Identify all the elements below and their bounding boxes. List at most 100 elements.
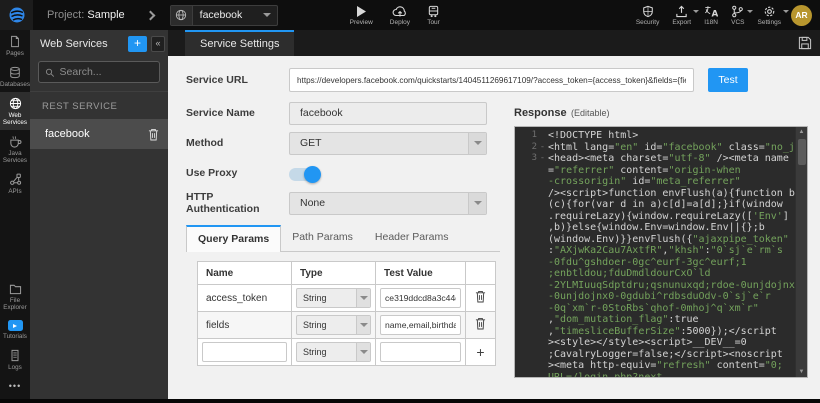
tour-button[interactable]: Tour — [427, 5, 440, 26]
method-select[interactable]: GET — [289, 132, 487, 155]
response-subtitle: (Editable) — [571, 108, 610, 118]
sidebar-item-pages[interactable]: Pages — [0, 30, 30, 61]
sidebar-item-tutorials[interactable]: Tutorials — [0, 315, 30, 344]
query-params-table: Name Type Test Value access_token String — [197, 261, 496, 366]
sidebar-item-databases[interactable]: Databases — [0, 61, 30, 92]
tab-service-settings[interactable]: Service Settings — [185, 30, 294, 56]
i18n-button[interactable]: A I18N — [704, 5, 718, 26]
globe-icon — [9, 97, 22, 110]
folder-icon — [9, 283, 22, 295]
sidebar-more-button[interactable]: ••• — [0, 375, 30, 399]
params-tabs: Query Params Path Params Header Params — [186, 225, 500, 252]
service-name-row: Service Name — [186, 101, 500, 125]
brand-logo-icon — [8, 6, 26, 24]
chevron-down-icon — [693, 10, 699, 13]
test-button[interactable]: Test — [708, 68, 748, 92]
chevron-down-icon — [474, 141, 482, 145]
service-url-input[interactable] — [289, 68, 694, 92]
trash-icon — [148, 128, 159, 141]
param-row-access-token: access_token String — [198, 285, 496, 312]
method-row: Method GET — [186, 131, 500, 155]
delete-service-button[interactable] — [148, 128, 159, 141]
new-param-name-input[interactable] — [202, 342, 287, 362]
panel-title: Web Services — [40, 38, 128, 50]
use-proxy-toggle[interactable] — [289, 168, 319, 181]
service-form: Service Name Method GET Use Proxy — [186, 101, 500, 378]
trash-icon — [475, 317, 486, 330]
sidebar-item-java-services[interactable]: Java Services — [0, 130, 30, 168]
tab-header-params[interactable]: Header Params — [364, 225, 460, 251]
main-tab-bar: Service Settings — [168, 30, 820, 56]
service-list-item-facebook[interactable]: facebook — [30, 119, 168, 149]
param-row-new: String + — [198, 339, 496, 366]
cloud-upload-icon — [392, 5, 408, 18]
method-label: Method — [186, 137, 289, 149]
delete-row-button[interactable] — [475, 290, 486, 303]
scroll-down-arrow[interactable]: ▼ — [796, 367, 807, 377]
param-row-fields: fields String — [198, 312, 496, 339]
export-button[interactable]: Export — [672, 5, 691, 26]
sidebar-item-logs[interactable]: Logs — [0, 344, 30, 375]
database-icon — [9, 66, 21, 79]
shield-icon — [642, 5, 654, 18]
save-button[interactable] — [798, 36, 812, 50]
editor-scrollbar[interactable]: ▲ ▼ — [795, 127, 807, 377]
scrollbar-thumb[interactable] — [798, 139, 806, 165]
collapse-panel-button[interactable]: « — [151, 36, 165, 52]
new-param-test-value-input[interactable] — [380, 342, 461, 362]
use-proxy-row: Use Proxy — [186, 161, 500, 185]
service-url-row: Service URL Test — [186, 68, 748, 92]
save-floppy-icon — [798, 36, 812, 50]
deploy-button[interactable]: Deploy — [390, 5, 410, 26]
web-services-panel: Web Services + « REST SERVICE facebook — [30, 30, 168, 399]
app-logo[interactable] — [0, 0, 33, 30]
column-header-test-value: Test Value — [376, 262, 466, 285]
param-name: fields — [198, 312, 292, 339]
param-test-value-input[interactable] — [380, 315, 461, 335]
avatar[interactable]: AR — [791, 5, 812, 26]
log-file-icon — [9, 349, 21, 362]
response-panel: Response (Editable) 1<!DOCTYPE html>2-<h… — [514, 101, 808, 378]
vcs-button[interactable]: VCS — [731, 5, 744, 26]
play-icon — [355, 5, 367, 18]
param-type-select[interactable]: String — [296, 288, 371, 308]
sidebar-item-file-explorer[interactable]: File Explorer — [0, 278, 30, 315]
sidebar-item-web-services[interactable]: Web Services — [0, 92, 30, 130]
add-service-button[interactable]: + — [128, 36, 147, 52]
coffee-cup-icon — [9, 135, 22, 148]
security-button[interactable]: Security — [636, 5, 659, 26]
param-type-select[interactable]: String — [296, 315, 371, 335]
globe-icon — [171, 6, 193, 25]
search-input[interactable] — [60, 66, 153, 78]
http-auth-label: HTTP Authentication — [186, 191, 289, 215]
service-selector-dropdown[interactable]: facebook — [170, 5, 278, 26]
service-name-input[interactable] — [289, 102, 487, 125]
scroll-up-arrow[interactable]: ▲ — [796, 127, 807, 137]
export-label: Export — [672, 19, 691, 26]
translate-icon: A — [704, 5, 718, 18]
preview-button[interactable]: Preview — [350, 5, 373, 26]
sidebar-spacer — [0, 199, 30, 278]
param-type-select[interactable]: String — [296, 342, 371, 362]
api-nodes-icon — [9, 173, 22, 186]
left-icon-sidebar: Pages Databases Web Services Java Servic… — [0, 30, 30, 399]
preview-label: Preview — [350, 19, 373, 26]
project-label: Project: — [47, 9, 84, 21]
delete-row-button[interactable] — [475, 317, 486, 330]
service-settings-content: Service URL Test Service Name Method — [168, 56, 820, 399]
add-row-button[interactable]: + — [476, 344, 484, 360]
response-code-editor[interactable]: 1<!DOCTYPE html>2-<html lang="en" id="fa… — [514, 126, 808, 378]
settings-button[interactable]: Settings — [758, 5, 782, 26]
http-auth-select[interactable]: None — [289, 192, 487, 215]
service-search — [38, 61, 160, 83]
tour-label: Tour — [427, 19, 440, 26]
tab-query-params[interactable]: Query Params — [186, 225, 281, 252]
trash-icon — [475, 290, 486, 303]
service-selector-value: facebook — [193, 9, 263, 21]
video-play-icon — [8, 320, 23, 331]
sidebar-item-apis[interactable]: APIs — [0, 168, 30, 199]
web-services-panel-header: Web Services + « — [30, 30, 168, 57]
http-auth-value: None — [290, 197, 468, 209]
param-test-value-input[interactable] — [380, 288, 461, 308]
tab-path-params[interactable]: Path Params — [281, 225, 364, 251]
